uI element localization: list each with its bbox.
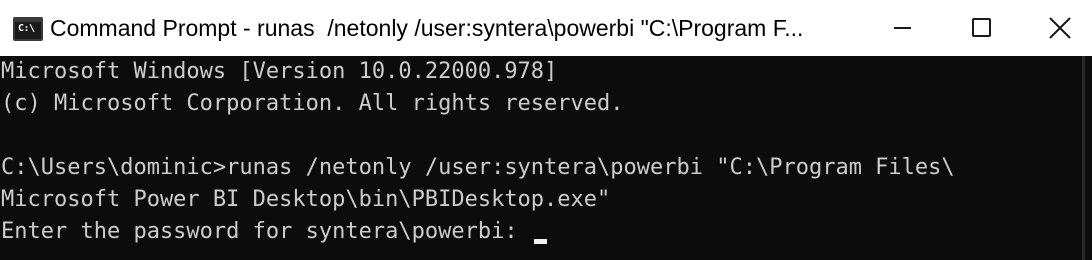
- console-line-command-continued: Microsoft Power BI Desktop\bin\PBIDeskto…: [1, 187, 611, 212]
- maximize-icon: [972, 18, 991, 37]
- text-cursor: [533, 239, 547, 244]
- vertical-scrollbar[interactable]: [1075, 56, 1092, 260]
- close-button[interactable]: [1028, 0, 1092, 56]
- console-line-command: C:\Users\dominic>runas /netonly /user:sy…: [1, 155, 955, 180]
- maximize-button[interactable]: [936, 0, 1028, 56]
- command-prompt-window: C:\ Command Prompt - runas /netonly /use…: [0, 0, 1092, 260]
- minimize-icon: [894, 27, 911, 29]
- close-icon: [1049, 17, 1071, 39]
- password-prompt-text: Enter the password for syntera\powerbi:: [1, 219, 531, 244]
- cmd-icon[interactable]: C:\: [13, 17, 43, 41]
- title-bar[interactable]: C:\ Command Prompt - runas /netonly /use…: [0, 0, 1092, 56]
- console-line-copyright: (c) Microsoft Corporation. All rights re…: [1, 91, 624, 116]
- console-output[interactable]: Microsoft Windows [Version 10.0.22000.97…: [0, 56, 1074, 260]
- window-title: Command Prompt - runas /netonly /user:sy…: [50, 15, 804, 41]
- scrollbar-thumb[interactable]: [1082, 56, 1085, 260]
- cmd-icon-glyph: C:\: [18, 23, 35, 34]
- console-line-version: Microsoft Windows [Version 10.0.22000.97…: [1, 59, 558, 84]
- console-line-password-prompt[interactable]: Enter the password for syntera\powerbi:: [0, 216, 1074, 248]
